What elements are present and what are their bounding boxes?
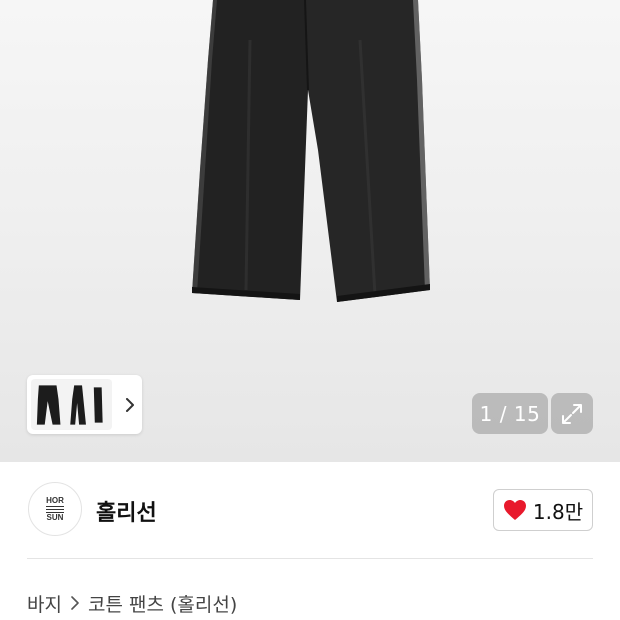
thumbnail-strip[interactable]	[27, 375, 142, 434]
brand-name[interactable]: 홀리선	[96, 495, 157, 527]
breadcrumb-category[interactable]: 바지	[27, 590, 62, 617]
breadcrumb-subcategory[interactable]: 코튼 팬츠 (홀리선)	[88, 590, 237, 617]
brand-logo-text-bottom: SUN	[46, 512, 64, 522]
chevron-right-icon[interactable]	[118, 393, 142, 417]
brand-logo-text-top: HOR	[46, 495, 64, 505]
expand-icon	[560, 402, 584, 426]
like-button[interactable]: 1.8만	[493, 489, 593, 531]
chevron-right-icon	[70, 596, 80, 610]
page-counter: 1 / 15	[472, 393, 548, 434]
brand-logo[interactable]: HOR SUN	[28, 482, 82, 536]
expand-button[interactable]	[551, 393, 593, 434]
breadcrumb: 바지 코튼 팬츠 (홀리선)	[27, 588, 237, 618]
brand-row: HOR SUN 홀리선 1.8만	[0, 462, 620, 558]
product-image-gallery[interactable]: 1 / 15	[0, 0, 620, 462]
like-count: 1.8만	[532, 499, 584, 524]
heart-icon	[503, 499, 527, 521]
thumbnail-image[interactable]	[31, 379, 113, 430]
divider	[27, 558, 593, 559]
